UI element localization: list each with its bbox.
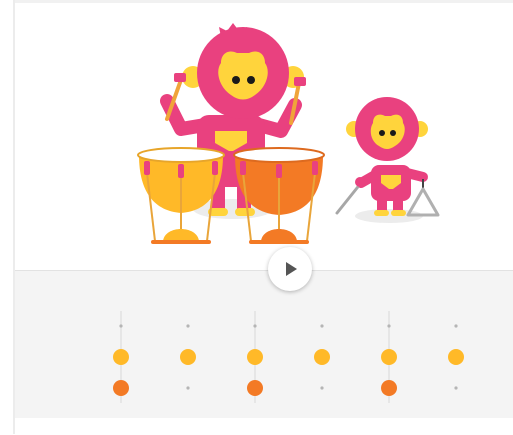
yellow-beat-dot[interactable] bbox=[314, 349, 330, 365]
sequencer-grid bbox=[15, 270, 513, 434]
yellow-beat-dot[interactable] bbox=[180, 349, 196, 365]
orange-beat-dot[interactable] bbox=[186, 386, 190, 390]
yellow-drum-tuner-1 bbox=[144, 161, 150, 175]
bottom-bar bbox=[15, 418, 513, 434]
play-icon bbox=[286, 262, 297, 276]
yellow-drum-base-bar bbox=[151, 240, 211, 244]
yellow-drum-tuner-3 bbox=[212, 161, 218, 175]
orange-drum-tuner-3 bbox=[312, 161, 318, 175]
small-monkey bbox=[335, 97, 440, 217]
yellow-drum-base bbox=[163, 229, 199, 241]
beat-tick bbox=[454, 324, 458, 328]
beat-tick bbox=[186, 324, 190, 328]
small-monkey-foot-right bbox=[391, 210, 406, 216]
yellow-beat-dot[interactable] bbox=[381, 349, 397, 365]
play-button[interactable] bbox=[268, 247, 312, 291]
orange-beat-dot[interactable] bbox=[113, 380, 129, 396]
yellow-drum-head bbox=[137, 147, 225, 163]
drumstick-right-tip bbox=[294, 77, 306, 86]
yellow-drum-tuner-2 bbox=[178, 164, 184, 178]
stage-illustration bbox=[137, 23, 440, 244]
orange-drum-head bbox=[233, 147, 325, 163]
beat-tick bbox=[253, 324, 257, 328]
yellow-beat-dot[interactable] bbox=[113, 349, 129, 365]
small-monkey-foot-left bbox=[374, 210, 389, 216]
yellow-beat-dot[interactable] bbox=[448, 349, 464, 365]
orange-beat-dot[interactable] bbox=[381, 380, 397, 396]
orange-drum-tuner-1 bbox=[240, 161, 246, 175]
beat-tick bbox=[119, 324, 123, 328]
beat-tick bbox=[387, 324, 391, 328]
beat-grid bbox=[113, 311, 464, 403]
small-monkey-eye-right bbox=[390, 130, 396, 136]
big-monkey-eye-left bbox=[232, 76, 240, 84]
orange-timpani bbox=[233, 147, 325, 244]
orange-beat-dot[interactable] bbox=[454, 386, 458, 390]
performance-stage bbox=[15, 3, 513, 270]
yellow-timpani bbox=[137, 147, 225, 244]
orange-drum-base bbox=[261, 229, 297, 241]
drum-sequencer-app bbox=[0, 0, 513, 434]
triangle-beater bbox=[335, 181, 363, 215]
orange-drum-base-bar bbox=[249, 240, 309, 244]
orange-beat-dot[interactable] bbox=[320, 386, 324, 390]
drumstick-left-tip bbox=[174, 73, 186, 82]
beat-tick bbox=[320, 324, 324, 328]
orange-beat-dot[interactable] bbox=[247, 380, 263, 396]
big-monkey-eye-right bbox=[247, 76, 255, 84]
big-monkey-foot-right bbox=[235, 208, 255, 216]
orange-drum-tuner-2 bbox=[276, 164, 282, 178]
yellow-beat-dot[interactable] bbox=[247, 349, 263, 365]
small-monkey-eye-left bbox=[379, 130, 385, 136]
beater-hand bbox=[355, 177, 365, 187]
